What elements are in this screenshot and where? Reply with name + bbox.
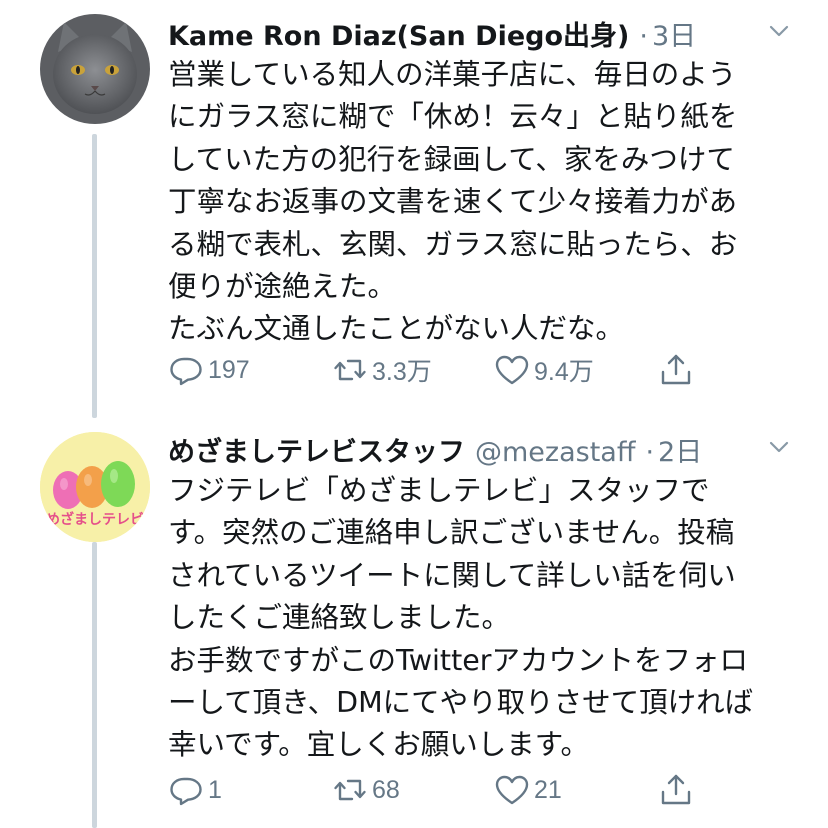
tweet-text-line: したくご連絡致しました。: [168, 601, 511, 635]
tweet-text-line: していた方の犯行を録画して、家をみつけて: [168, 142, 735, 176]
retweet-icon: [334, 359, 366, 381]
mezamashi-logo-icon: めざましテレビ: [40, 432, 150, 542]
tweet-header: Kame Ron Diaz(San Diego出身) · 3日: [168, 14, 792, 52]
tweet-text-line: されているツイートに関して詳しい話を伺い: [168, 558, 736, 592]
tweet-actions: 197 3.3万 9.4万: [168, 350, 708, 390]
display-name[interactable]: めざましテレビスタッフ: [168, 430, 465, 469]
reply-count: 1: [208, 775, 222, 804]
reply-icon: [170, 777, 202, 806]
heart-icon: [495, 775, 529, 805]
tweet-text: 営業している知人の洋菓子店に、毎日のよう にガラス窓に糊で「休め！云々」と貼り紙…: [168, 54, 768, 351]
share-icon: [661, 774, 691, 805]
tweet-text-line: す。突然のご連絡申し訳ございません。投稿: [168, 516, 735, 550]
reply-button[interactable]: 197: [168, 350, 250, 390]
tweet-2[interactable]: めざましテレビ めざましテレビスタッフ @mezastaff · 2日 フジテレ…: [0, 412, 828, 828]
heart-icon: [495, 355, 529, 385]
like-button[interactable]: 9.4万: [494, 350, 594, 390]
tweet-text-line: フジテレビ「めざましテレビ」スタッフで: [168, 474, 710, 507]
separator-dot: ·: [645, 437, 655, 468]
user-avatar[interactable]: [40, 14, 150, 124]
retweet-count: 68: [372, 775, 400, 804]
timestamp[interactable]: 3日: [652, 14, 696, 53]
tweet-text-line: 営業している知人の洋菓子店に、毎日のよう: [168, 58, 737, 91]
tweet-text-line: る糊で表札、玄関、ガラス窓に貼ったら、お: [168, 227, 738, 261]
tweet-text-line: にガラス窓に糊で「休め！云々」と貼り紙を: [168, 100, 738, 134]
reply-button[interactable]: 1: [168, 770, 222, 810]
separator-dot: ·: [639, 21, 648, 52]
tweet-text-line: ーして頂き、DMにてやり取りさせて頂ければ: [168, 686, 754, 720]
cat-avatar-icon: [40, 14, 150, 124]
tweet-text-line: 便りが途絶えた。: [168, 270, 397, 304]
retweet-button[interactable]: 3.3万: [332, 350, 432, 390]
like-count: 9.4万: [534, 358, 594, 386]
tweet-text-line: 丁寧なお返事の文書を速くて少々接着力があ: [168, 185, 738, 219]
tweet-actions: 1 68 21: [168, 770, 708, 810]
chevron-down-icon[interactable]: [766, 18, 792, 44]
user-avatar[interactable]: めざましテレビ: [40, 432, 150, 542]
display-name[interactable]: Kame Ron Diaz(San Diego出身): [168, 14, 629, 53]
retweet-count: 3.3万: [372, 358, 432, 386]
reply-icon: [170, 357, 202, 386]
tweet-1[interactable]: Kame Ron Diaz(San Diego出身) · 3日 営業している知人…: [0, 0, 828, 418]
like-count: 21: [534, 775, 562, 804]
user-handle[interactable]: @mezastaff: [475, 437, 635, 468]
tweet-text: フジテレビ「めざましテレビ」スタッフで す。突然のご連絡申し訳ございません。投稿…: [168, 470, 768, 767]
tweet-text-line: たぶん文通したことがない人だな。: [168, 312, 625, 346]
retweet-button[interactable]: 68: [332, 770, 400, 810]
thread-line: [92, 134, 97, 418]
tweet-text-line: お手数ですがこのTwitterアカウントをフォロ: [168, 643, 749, 677]
tweet-header: めざましテレビスタッフ @mezastaff · 2日: [168, 430, 792, 468]
share-button[interactable]: [658, 350, 694, 390]
share-button[interactable]: [658, 770, 694, 810]
logo-text: めざましテレビ: [46, 511, 144, 528]
reply-count: 197: [208, 355, 250, 384]
thread-line: [92, 542, 97, 828]
share-icon: [661, 354, 691, 385]
like-button[interactable]: 21: [494, 770, 562, 810]
timestamp[interactable]: 2日: [658, 430, 702, 469]
chevron-down-icon[interactable]: [766, 434, 792, 460]
retweet-icon: [334, 779, 366, 801]
tweet-text-line: 幸いです。宜しくお願いします。: [168, 728, 589, 762]
